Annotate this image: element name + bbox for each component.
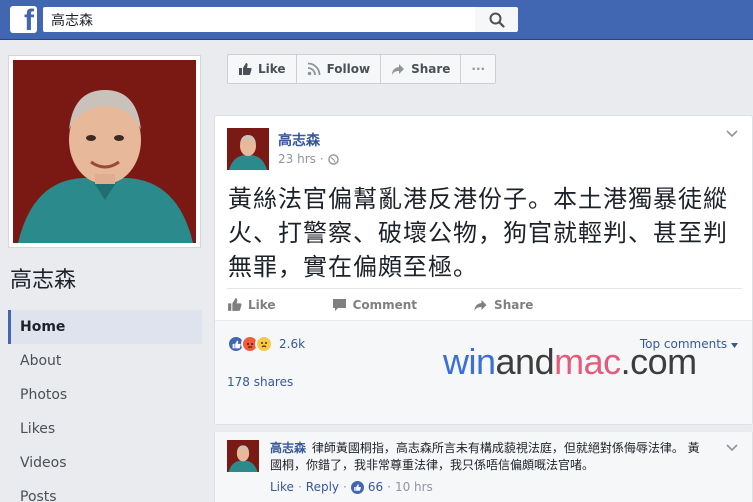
- post-share-label: Share: [494, 297, 534, 312]
- nav-item-photos[interactable]: Photos: [8, 378, 202, 412]
- post-actions: Like Comment Share: [227, 288, 742, 320]
- comment-body: 高志森 律師黃國桐指，高志森所言未有構成藐視法庭，但就絕對係侮辱法律。 黃國桐，…: [270, 440, 710, 474]
- post-options-chevron-icon[interactable]: [726, 130, 738, 138]
- post-like-button[interactable]: Like: [227, 297, 276, 312]
- comment-text: 律師黃國桐指，高志森所言未有構成藐視法庭，但就絕對係侮辱法律。 黃國桐，你錯了，…: [270, 441, 700, 472]
- post-text: 黃絲法官偏幫亂港反港份子。本土港獨暴徒縱火、打警察、破壞公物，狗官就輕判、甚至判…: [228, 185, 728, 281]
- profile-picture-frame[interactable]: [8, 55, 201, 248]
- page-share-button[interactable]: Share: [381, 55, 462, 83]
- watermark: winandmac.com: [443, 341, 697, 383]
- follow-label: Follow: [326, 62, 371, 76]
- watermark-part-4: .com: [620, 341, 698, 382]
- post-author-avatar[interactable]: [227, 128, 269, 170]
- sad-reaction-icon: [255, 335, 273, 353]
- comment-like-link[interactable]: Like: [270, 480, 294, 494]
- nav-item-likes[interactable]: Likes: [8, 412, 202, 446]
- facebook-logo-icon[interactable]: f: [10, 4, 37, 37]
- nav-item-videos[interactable]: Videos: [8, 446, 202, 480]
- comment-author[interactable]: 高志森: [270, 441, 306, 455]
- comment-time[interactable]: 10 hrs: [395, 480, 433, 494]
- reactions-summary[interactable]: 2.6k: [227, 335, 305, 353]
- globe-icon: [327, 153, 339, 165]
- comment-dot-3: ·: [387, 480, 391, 494]
- meta-separator: ·: [319, 152, 324, 166]
- page-like-button[interactable]: Like: [228, 55, 297, 83]
- comment-likes-count[interactable]: 66: [368, 480, 383, 494]
- watermark-part-1: win: [443, 341, 496, 382]
- nav-item-home[interactable]: Home: [8, 310, 202, 344]
- page-share-label: Share: [411, 62, 451, 76]
- share-arrow-icon: [392, 64, 405, 75]
- page-like-label: Like: [258, 62, 286, 76]
- thumbs-up-icon: [228, 298, 242, 311]
- post-like-label: Like: [248, 297, 276, 312]
- more-options-button[interactable]: ···: [461, 55, 495, 83]
- post-footer: 2.6k Top comments winandmac.com 178 shar…: [215, 320, 752, 424]
- shares-count[interactable]: 178 shares: [227, 375, 293, 389]
- post-meta: 23 hrs ·: [278, 152, 339, 166]
- post-author-name[interactable]: 高志森: [278, 130, 320, 150]
- post-timestamp[interactable]: 23 hrs: [278, 152, 316, 166]
- commenter-avatar[interactable]: [227, 440, 259, 472]
- comment-options-chevron-icon[interactable]: [726, 444, 738, 452]
- search-input[interactable]: 高志森: [43, 7, 475, 32]
- comment-dot-2: ·: [343, 480, 347, 494]
- comment-bubble-icon: [332, 298, 346, 311]
- post-share-button[interactable]: Share: [473, 298, 533, 312]
- rss-follow-icon: [307, 62, 320, 76]
- search-button[interactable]: [475, 7, 518, 32]
- comment-actions: Like · Reply · 66 · 10 hrs: [270, 480, 433, 494]
- nav-item-about[interactable]: About: [8, 344, 202, 378]
- post-card: 高志森 23 hrs · 黃絲法官偏幫亂港反港份子。本土港獨暴徒縱火、打警察、破…: [214, 115, 753, 425]
- watermark-part-2: and: [495, 341, 555, 382]
- page-nav: Home About Photos Likes Videos Posts: [8, 310, 202, 502]
- post-comment-label: Comment: [352, 297, 418, 312]
- thumbs-up-icon: [239, 63, 252, 75]
- post-comment-button[interactable]: Comment: [332, 298, 417, 312]
- watermark-part-3: mac: [554, 341, 621, 382]
- search-icon: [489, 12, 505, 28]
- comment: 高志森 律師黃國桐指，高志森所言未有構成藐視法庭，但就絕對係侮辱法律。 黃國桐，…: [214, 432, 753, 502]
- comment-dot-1: ·: [297, 480, 302, 494]
- share-arrow-icon: [474, 299, 487, 311]
- like-reaction-icon: [350, 480, 364, 494]
- page-action-bar: Like Follow Share ···: [227, 54, 497, 84]
- more-dots-icon: ···: [471, 62, 486, 76]
- profile-picture: [13, 60, 196, 243]
- page-name: 高志森: [10, 268, 77, 293]
- comment-reply-link[interactable]: Reply: [306, 480, 339, 494]
- facebook-logo-glyph: f: [24, 4, 34, 37]
- caret-down-icon: [731, 343, 738, 348]
- reaction-count[interactable]: 2.6k: [279, 337, 305, 351]
- follow-button[interactable]: Follow: [297, 55, 382, 83]
- top-bar: f 高志森: [0, 0, 753, 40]
- nav-item-posts[interactable]: Posts: [8, 480, 202, 502]
